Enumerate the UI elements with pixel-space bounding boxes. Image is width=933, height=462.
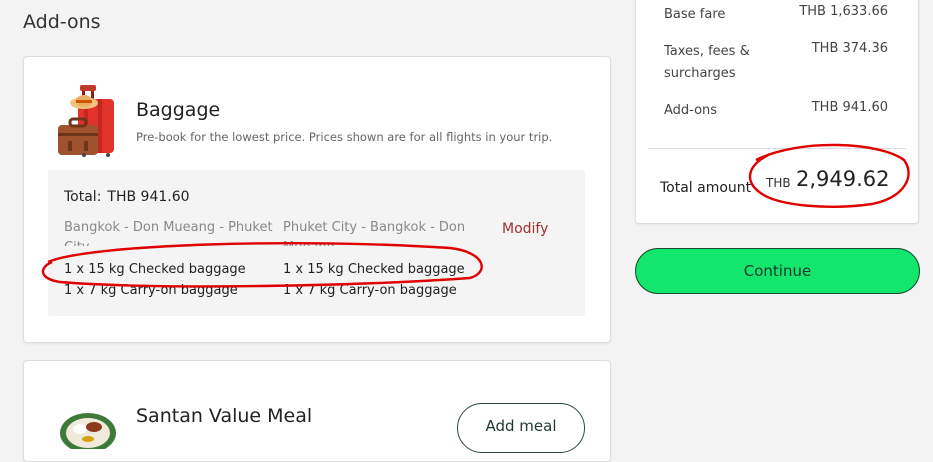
baggage-subtitle: Pre-book for the lowest price. Prices sh… [136, 130, 553, 144]
baggage-summary-box: Total: THB 941.60 Bangkok - Don Mueang - … [48, 170, 585, 316]
flight-2-carry-on-baggage: 1 x 7 kg Carry-on baggage [283, 283, 457, 298]
luggage-icon [54, 83, 118, 157]
continue-button[interactable]: Continue [635, 248, 920, 294]
baggage-total-value: THB 941.60 [107, 189, 190, 205]
flight-1-route: Bangkok - Don Mueang - Phuket City [64, 220, 273, 246]
total-amount-label: Total amount [660, 180, 752, 196]
modify-baggage-link[interactable]: Modify [502, 221, 548, 237]
total-currency: THB [766, 176, 791, 190]
addons-value: THB 941.60 [811, 100, 888, 115]
flight-2-checked-baggage: 1 x 15 kg Checked baggage [283, 262, 465, 277]
meal-title: Santan Value Meal [136, 405, 313, 427]
add-meal-button[interactable]: Add meal [457, 403, 585, 453]
summary-divider [648, 148, 906, 149]
taxes-label: Taxes, fees & surcharges [664, 44, 750, 81]
base-fare-value: THB 1,633.66 [799, 4, 888, 19]
taxes-value: THB 374.36 [811, 41, 888, 56]
flight-1-carry-on-baggage: 1 x 7 kg Carry-on baggage [64, 283, 238, 298]
baggage-card: Baggage Pre-book for the lowest price. P… [23, 56, 611, 343]
addons-label: Add-ons [664, 103, 718, 118]
price-summary-card: Base fare THB 1,633.66 Taxes, fees & sur… [635, 0, 919, 224]
flight-1-checked-baggage: 1 x 15 kg Checked baggage [64, 262, 246, 277]
flight-2-route: Phuket City - Bangkok - Don Mueang [283, 220, 466, 246]
meal-icon [58, 399, 118, 453]
section-title: Add-ons [23, 11, 101, 33]
baggage-title: Baggage [136, 99, 221, 121]
baggage-total-label: Total: [64, 189, 102, 205]
baggage-total: Total: THB 941.60 [64, 189, 196, 205]
total-amount-value: 2,949.62 [796, 167, 890, 191]
meal-card: Santan Value Meal Add meal [23, 360, 611, 462]
base-fare-label: Base fare [664, 7, 726, 22]
